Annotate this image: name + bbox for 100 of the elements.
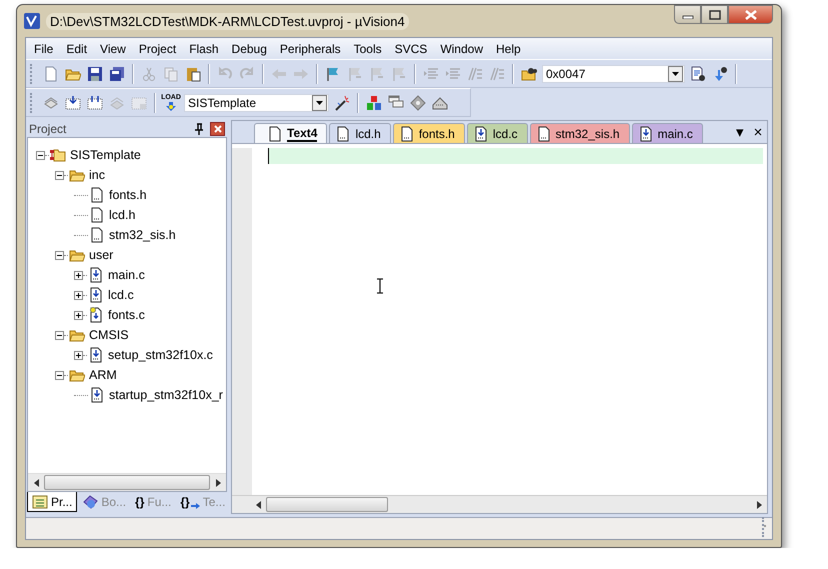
file-icon — [398, 126, 415, 142]
menu-item[interactable]: Debug — [226, 40, 274, 58]
file-icon — [472, 126, 489, 142]
tree-item[interactable]: user — [89, 248, 114, 262]
file-icon — [638, 126, 654, 142]
save-icon[interactable] — [87, 66, 103, 82]
menu-item[interactable]: Window — [434, 40, 490, 58]
tree-item[interactable]: stm32_sis.h — [109, 228, 176, 242]
panel-tab[interactable]: {} Te... — [176, 492, 230, 512]
find-field[interactable]: 0x0047 — [542, 64, 685, 82]
tree-item[interactable]: lcd.c — [108, 288, 134, 302]
editor-tab[interactable]: fonts.h — [392, 123, 465, 143]
bookmark-flag-icon[interactable] — [325, 66, 341, 82]
file-icon — [267, 126, 283, 142]
tree-item[interactable]: CMSIS — [89, 328, 129, 342]
close-icon — [744, 10, 758, 20]
expand-icon[interactable] — [74, 310, 83, 320]
panel-title: Project — [29, 122, 68, 136]
new-file-icon[interactable] — [43, 66, 59, 82]
translate-icon[interactable] — [43, 94, 59, 110]
expand-icon[interactable] — [74, 270, 83, 280]
close-tab-button[interactable]: × — [749, 123, 767, 143]
collapse-icon[interactable] — [55, 170, 64, 180]
tree-item[interactable]: fonts.c — [108, 308, 145, 322]
cubes-icon[interactable] — [366, 94, 382, 110]
file-icon — [536, 126, 552, 142]
find-in-files-icon[interactable] — [521, 66, 537, 82]
toolbar-grip[interactable] — [30, 64, 35, 84]
editor-tab[interactable]: Text4 — [254, 123, 328, 143]
tree-item[interactable]: SISTemplate — [70, 148, 141, 162]
collapse-icon[interactable] — [55, 370, 64, 380]
scroll-right-icon[interactable] — [756, 500, 762, 508]
panel-tab[interactable]: {} Fu... — [131, 492, 176, 512]
project-icon — [32, 494, 48, 510]
arrow-icon — [190, 503, 200, 509]
editor-tab[interactable]: main.c — [632, 123, 703, 143]
rebuild-icon[interactable] — [87, 94, 103, 110]
expand-icon[interactable] — [74, 350, 83, 360]
menu-item[interactable]: File — [28, 40, 60, 58]
save-all-icon[interactable] — [109, 66, 125, 82]
source-file-icon — [88, 347, 104, 363]
source-file-icon — [88, 267, 104, 283]
collapse-icon[interactable] — [55, 250, 64, 260]
menu-item[interactable]: SVCS — [388, 40, 434, 58]
build-icon[interactable] — [65, 94, 81, 110]
resize-grip-icon[interactable] — [762, 517, 767, 537]
menu-item[interactable]: View — [94, 40, 133, 58]
file-icon — [89, 227, 105, 243]
config-file-icon — [88, 307, 104, 323]
menu-item[interactable]: Edit — [60, 40, 94, 58]
text-caret — [268, 148, 269, 164]
panel-tab[interactable]: Pr... — [27, 492, 78, 512]
maximize-button[interactable] — [701, 5, 728, 24]
find-document-icon[interactable] — [690, 66, 706, 82]
close-button[interactable] — [728, 5, 773, 24]
collapse-icon[interactable] — [55, 330, 64, 340]
target-select[interactable]: SISTemplate — [184, 94, 329, 112]
incremental-find-icon[interactable] — [712, 66, 728, 82]
horizontal-scrollbar[interactable] — [28, 473, 226, 491]
menu-item[interactable]: Project — [132, 40, 184, 58]
file-icon — [335, 126, 352, 142]
project-icon — [50, 147, 66, 163]
menu-item[interactable]: Help — [490, 40, 528, 58]
scroll-left-icon[interactable] — [34, 478, 38, 486]
maximize-icon — [708, 10, 720, 20]
diamond-icon[interactable] — [410, 94, 426, 110]
text-cursor-icon — [376, 278, 384, 294]
horizontal-scrollbar[interactable] — [232, 495, 767, 513]
magic-wand-icon[interactable] — [334, 94, 350, 110]
windows-icon[interactable] — [388, 94, 404, 110]
editor-tab[interactable]: lcd.h — [329, 123, 391, 143]
minimize-button[interactable] — [674, 5, 701, 24]
close-panel-button[interactable] — [210, 122, 225, 136]
file-icon — [89, 207, 105, 223]
tab-list-button[interactable]: ▾ — [731, 123, 749, 143]
editor-tab[interactable]: lcd.c — [466, 123, 528, 143]
menu-item[interactable]: Flash — [183, 40, 226, 58]
collapse-icon[interactable] — [36, 150, 45, 160]
file-icon — [89, 187, 105, 203]
scroll-right-icon[interactable] — [216, 478, 220, 486]
tree-item[interactable]: ARM — [89, 368, 117, 382]
menu-item[interactable]: Tools — [348, 40, 389, 58]
editor-tab[interactable]: stm32_sis.h — [530, 123, 630, 143]
tree-item[interactable]: main.c — [108, 268, 145, 282]
app-icon — [24, 13, 40, 29]
tree-item[interactable]: setup_stm32f10x.c — [108, 348, 213, 362]
scroll-left-icon[interactable] — [256, 500, 260, 508]
tree-item[interactable]: startup_stm32f10x_r — [109, 388, 223, 402]
tree-item[interactable]: fonts.h — [109, 188, 147, 202]
source-file-icon — [88, 287, 104, 303]
close-icon — [212, 124, 222, 134]
tree-item[interactable]: lcd.h — [109, 208, 136, 222]
tree-item[interactable]: inc — [89, 168, 105, 182]
paste-icon[interactable] — [185, 66, 201, 82]
window-title: D:\Dev\STM32LCDTest\MDK-ARM\LCDTest.uvproj - µVision4 — [46, 12, 409, 30]
download-arrow-icon — [164, 102, 178, 111]
menu-item[interactable]: Peripherals — [274, 40, 348, 58]
pin-icon[interactable] — [194, 122, 204, 134]
expand-icon[interactable] — [74, 290, 83, 300]
toolbar-grip[interactable] — [30, 92, 35, 112]
